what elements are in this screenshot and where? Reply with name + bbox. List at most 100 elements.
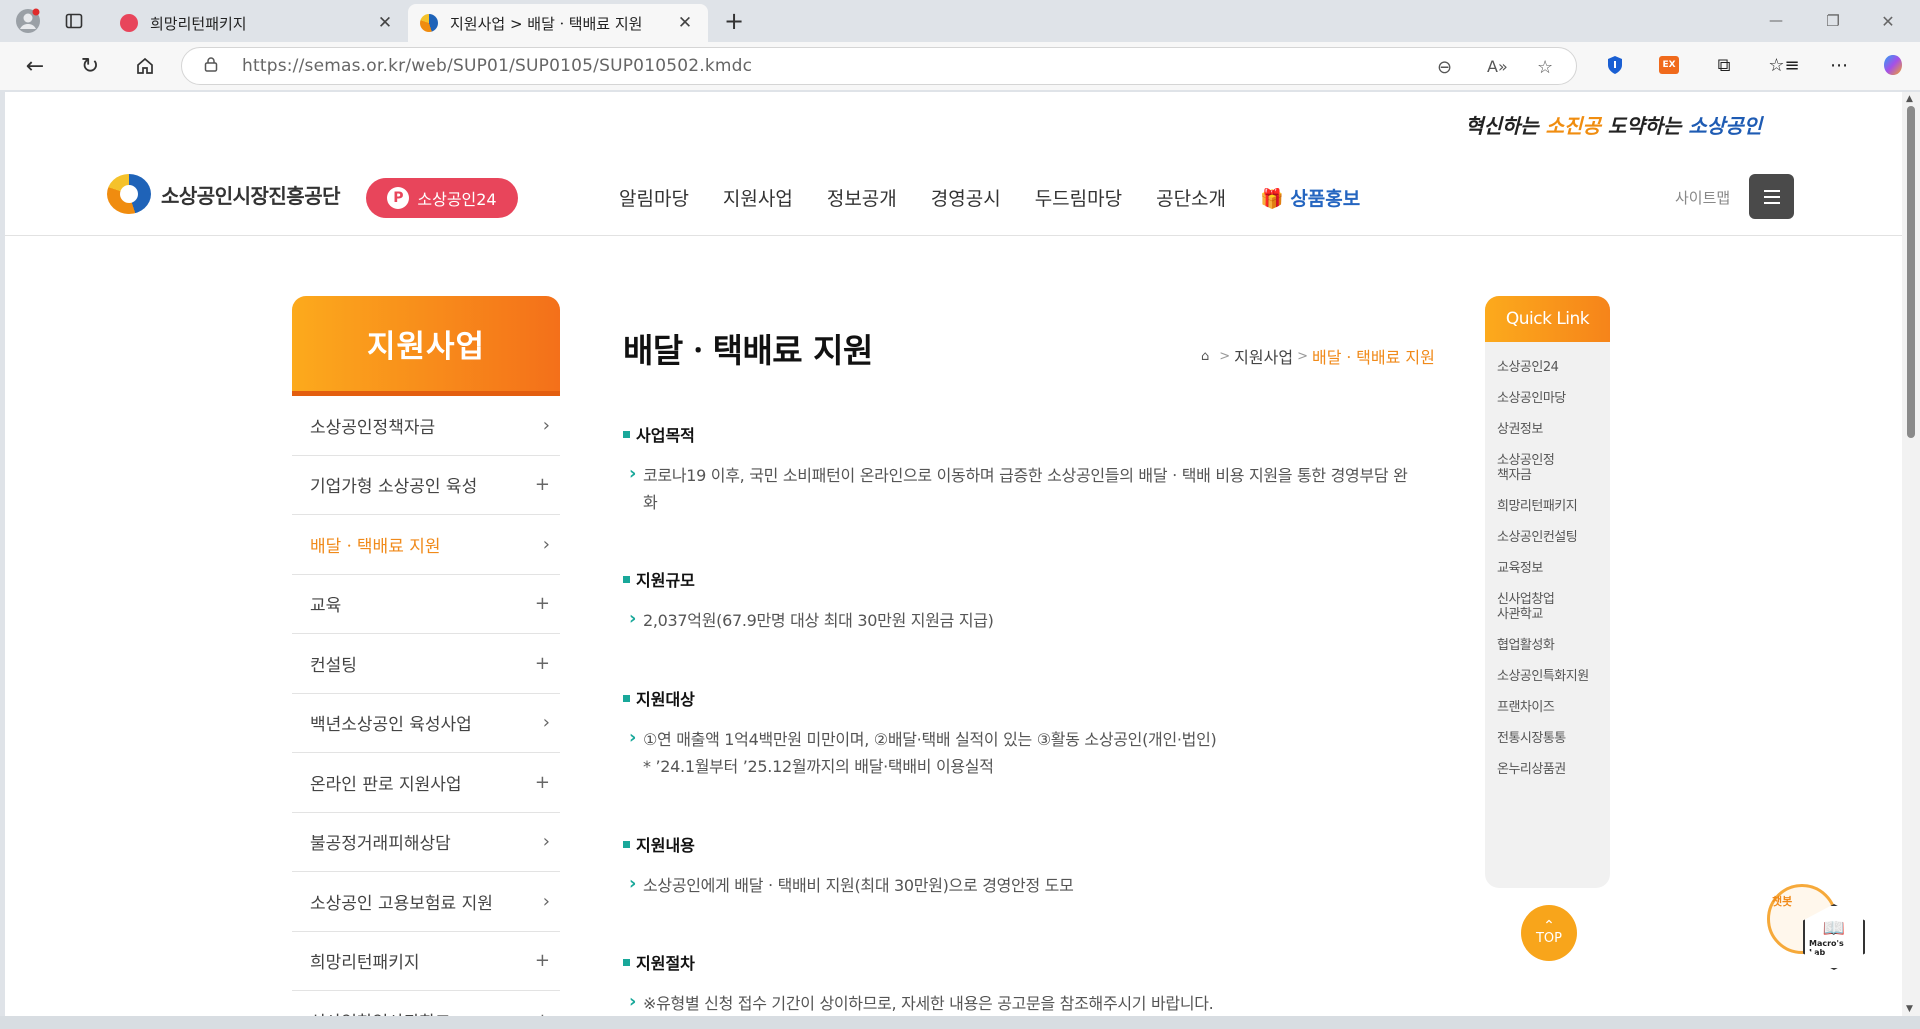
quick-link-item[interactable]: 소상공인특화지원 xyxy=(1485,669,1610,684)
breadcrumb-parent[interactable]: 지원사업 xyxy=(1234,344,1293,368)
browser-toolbar: ← ↻ https://semas.or.kr/web/SUP01/SUP010… xyxy=(0,42,1920,90)
section-text: ①연 매출액 1억4백만원 미만이며, ②배달·택배 실적이 있는 ③활동 소상… xyxy=(623,724,1413,753)
quick-link-item[interactable]: 상권정보 xyxy=(1485,422,1610,437)
section-purpose: 사업목적 코로나19 이후, 국민 소비패턴이 온라인으로 이동하며 급증한 소… xyxy=(623,422,1413,516)
profile-icon[interactable] xyxy=(12,6,44,36)
tab-actions-icon[interactable] xyxy=(58,6,90,36)
gift-icon: 🎁 xyxy=(1260,188,1284,210)
chatbot-label: 챗봇 xyxy=(1772,895,1793,908)
side-nav-item[interactable]: 컨설팅 + xyxy=(292,634,560,694)
back-icon[interactable]: ← xyxy=(18,50,52,82)
read-aloud-icon[interactable]: A» xyxy=(1487,57,1508,76)
zoom-out-icon[interactable]: ⊖ xyxy=(1437,57,1452,78)
scroll-up-icon[interactable]: ▲ xyxy=(1906,94,1913,104)
tab-close-icon[interactable]: ✕ xyxy=(674,13,696,33)
ex-extension-icon[interactable]: EX xyxy=(1654,50,1684,80)
section-text: 2,037억원(67.9만명 대상 최대 30만원 지원금 지급) xyxy=(623,605,1413,634)
side-navigation: 지원사업 소상공인정책자금 › 기업가형 소상공인 육성 + 배달ㆍ택배료 지원 › … xyxy=(292,296,560,1016)
top-label: TOP xyxy=(1535,930,1562,946)
menu-info-disclosure[interactable]: 정보공개 xyxy=(827,184,897,211)
minimize-button[interactable]: — xyxy=(1760,6,1792,36)
quick-link-title: Quick Link xyxy=(1485,296,1610,342)
plus-icon: + xyxy=(534,474,550,496)
site-favicon-icon xyxy=(420,14,438,32)
quick-link-item[interactable]: 협업활성화 xyxy=(1485,638,1610,653)
side-nav-item[interactable]: 희망리턴패키지 + xyxy=(292,932,560,991)
quick-link-item[interactable]: 교육정보 xyxy=(1485,561,1610,576)
favorite-star-icon[interactable]: ☆ xyxy=(1537,57,1553,78)
reload-icon[interactable]: ↻ xyxy=(73,50,107,82)
tab-hope-return[interactable]: 희망리턴패키지 ✕ xyxy=(108,4,408,42)
quick-link-item[interactable]: 전통시장통통 xyxy=(1485,731,1610,746)
page-scrollbar[interactable]: ▲ ▼ xyxy=(1902,92,1920,1016)
section-heading: 사업목적 xyxy=(623,422,1413,446)
semas-logo-icon xyxy=(107,174,151,214)
side-nav-item[interactable]: 소상공인 고용보험료 지원 › xyxy=(292,872,560,932)
quick-link-item[interactable]: 신사업창업사관학교 xyxy=(1485,592,1567,622)
copilot-icon[interactable] xyxy=(1878,50,1908,80)
shield-extension-icon[interactable] xyxy=(1600,50,1630,80)
home-icon[interactable]: ⌂ xyxy=(1201,349,1209,364)
book-icon: 📖 xyxy=(1822,917,1846,939)
menu-management-disclosure[interactable]: 경영공시 xyxy=(931,184,1001,211)
scroll-down-icon[interactable]: ▼ xyxy=(1906,1004,1913,1014)
more-menu-icon[interactable]: ⋯ xyxy=(1824,50,1854,80)
side-nav-item[interactable]: 교육 + xyxy=(292,575,560,634)
quick-link-item[interactable]: 희망리턴패키지 xyxy=(1485,499,1610,514)
side-nav-item[interactable]: 온라인 판로 지원사업 + xyxy=(292,753,560,813)
site-logo[interactable]: 소상공인시장진흥공단 xyxy=(107,174,341,214)
restore-button[interactable]: ❐ xyxy=(1817,6,1849,36)
breadcrumb: ⌂ > 지원사업 > 배달ㆍ택배료 지원 xyxy=(1201,344,1435,368)
side-nav-item[interactable]: 기업가형 소상공인 육성 + xyxy=(292,456,560,515)
section-scale: 지원규모 2,037억원(67.9만명 대상 최대 30만원 지원금 지급) xyxy=(623,567,1413,634)
new-tab-button[interactable]: + xyxy=(718,6,750,36)
tab-title: 지원사업 > 배달ㆍ택배료 지원 xyxy=(450,14,643,33)
plus-icon: + xyxy=(534,771,550,793)
tab-delivery-support[interactable]: 지원사업 > 배달ㆍ택배료 지원 ✕ xyxy=(408,4,708,42)
sitemap-link[interactable]: 사이트맵 xyxy=(1675,187,1730,208)
site-slogan: 혁신하는 소진공 도약하는 소상공인 xyxy=(1465,114,1762,138)
section-content: 지원내용 소상공인에게 배달ㆍ택배비 지원(최대 30만원)으로 경영안정 도모 xyxy=(623,832,1413,899)
sg24-button[interactable]: P 소상공인24 xyxy=(366,178,518,218)
section-procedure: 지원절차 ※유형별 신청 접수 기간이 상이하므로, 자세한 내용은 공고문을 … xyxy=(623,950,1413,1016)
address-bar[interactable]: https://semas.or.kr/web/SUP01/SUP0105/SU… xyxy=(181,47,1577,85)
url-text: https://semas.or.kr/web/SUP01/SUP0105/SU… xyxy=(242,56,753,76)
menu-support[interactable]: 지원사업 xyxy=(723,184,793,211)
tab-close-icon[interactable]: ✕ xyxy=(374,13,396,33)
side-nav-item[interactable]: 백년소상공인 육성사업 › xyxy=(292,694,560,753)
side-nav-item-active[interactable]: 배달ㆍ택배료 지원 › xyxy=(292,515,560,575)
sg24-label: 소상공인24 xyxy=(417,190,497,209)
menu-product-promo[interactable]: 🎁 상품홍보 xyxy=(1260,184,1360,211)
quick-link-item[interactable]: 프랜차이즈 xyxy=(1485,700,1610,715)
favorites-list-icon[interactable]: ☆≡ xyxy=(1768,50,1799,80)
quick-link-item[interactable]: 소상공인마당 xyxy=(1485,391,1610,406)
hamburger-menu-button[interactable] xyxy=(1749,174,1794,219)
section-heading: 지원규모 xyxy=(623,567,1413,591)
menu-dodream[interactable]: 두드림마당 xyxy=(1035,184,1122,211)
plus-icon: + xyxy=(534,950,550,972)
side-nav-item[interactable]: 불공정거래피해상담 › xyxy=(292,813,560,872)
extensions-puzzle-icon[interactable]: ⧉ xyxy=(1709,50,1739,80)
menu-about[interactable]: 공단소개 xyxy=(1156,184,1226,211)
chevron-right-icon: › xyxy=(542,831,550,853)
scrollbar-thumb[interactable] xyxy=(1907,106,1915,438)
chevron-right-icon: › xyxy=(542,890,550,912)
chevron-right-icon: › xyxy=(542,533,550,555)
section-heading: 지원절차 xyxy=(623,950,1413,974)
close-window-button[interactable]: ✕ xyxy=(1872,6,1904,36)
menu-notice[interactable]: 알림마당 xyxy=(619,184,689,211)
quick-link-item[interactable]: 소상공인컨설팅 xyxy=(1485,530,1610,545)
side-nav-item[interactable]: 신사업창업사관학교+ xyxy=(292,991,560,1016)
quick-link-item[interactable]: 소상공인24 xyxy=(1485,360,1610,375)
scroll-top-button[interactable]: ⌃ TOP xyxy=(1521,905,1577,961)
sg24-logo-icon: P xyxy=(387,187,410,209)
section-text: 코로나19 이후, 국민 소비패턴이 온라인으로 이동하며 급증한 소상공인들의… xyxy=(623,460,1413,516)
window-bottom-edge xyxy=(0,1016,1920,1029)
breadcrumb-current: 배달ㆍ택배료 지원 xyxy=(1311,348,1435,367)
quick-link-item[interactable]: 소상공인정책자금 xyxy=(1485,453,1567,483)
main-menu: 알림마당 지원사업 정보공개 경영공시 두드림마당 공단소개 🎁 상품홍보 xyxy=(619,184,1394,211)
lock-icon[interactable] xyxy=(204,56,220,76)
home-icon[interactable] xyxy=(128,50,162,82)
quick-link-item[interactable]: 온누리상품권 xyxy=(1485,762,1610,777)
side-nav-item[interactable]: 소상공인정책자금 › xyxy=(292,396,560,456)
